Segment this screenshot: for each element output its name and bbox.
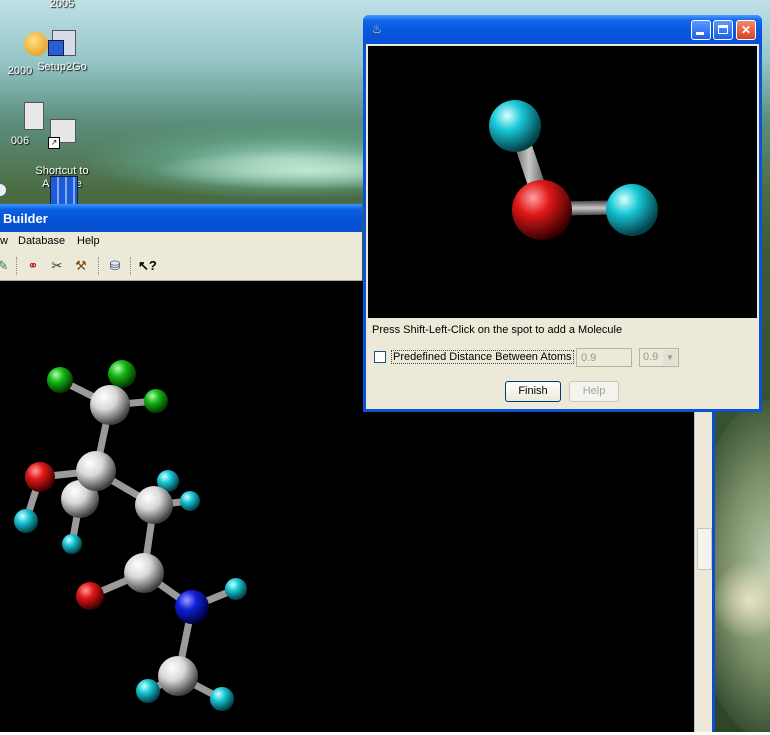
hammer-icon[interactable]: ⚒ [72, 257, 90, 275]
builder-menu-bar: w Database Help [0, 232, 362, 252]
molecule-water [489, 100, 658, 240]
predefined-distance-label[interactable]: Predefined Distance Between Atoms [391, 350, 574, 364]
cut-icon[interactable]: ✂ [48, 257, 66, 275]
dialog-molecule-canvas[interactable] [368, 46, 757, 318]
chevron-down-icon: ▼ [663, 350, 677, 365]
close-button[interactable]: ✕ [736, 20, 756, 40]
menu-help[interactable]: Help [77, 235, 100, 247]
edit-icon[interactable]: ✎ [0, 257, 12, 275]
builder-scrollbar[interactable] [694, 410, 713, 732]
distance-input[interactable] [576, 348, 632, 367]
toolbar-separator [16, 257, 18, 275]
setup-icon [46, 26, 78, 58]
scrollbar-thumb[interactable] [697, 528, 712, 570]
desktop-icon-label: Setup2Go [37, 61, 87, 73]
predefined-distance-checkbox[interactable] [374, 351, 386, 363]
help-button[interactable]: Help [569, 381, 619, 402]
dialog-title-bar[interactable]: ♨ ✕ [363, 15, 762, 44]
toolbar-separator [130, 257, 132, 275]
menu-database[interactable]: Database [18, 235, 65, 247]
finish-button[interactable]: Finish [505, 381, 561, 402]
distance-select-value: 0.9 [643, 351, 659, 363]
menu-view[interactable]: w [0, 235, 8, 247]
minimize-icon [696, 32, 704, 35]
java-icon: ♨ [371, 22, 383, 36]
help-pointer-icon[interactable]: ↖? [138, 257, 157, 275]
maximize-button[interactable] [713, 20, 733, 40]
distance-select[interactable]: 0.9 ▼ [639, 348, 679, 367]
builder-toolbar: ✎ ⚭ ✂ ⚒ ⛁ ↖? [0, 252, 362, 281]
desktop-icon-2005[interactable]: 2005 [22, 0, 102, 11]
builder-window-border [712, 410, 715, 732]
add-atom-icon[interactable]: ⚭ [24, 257, 42, 275]
close-icon: ✕ [740, 23, 752, 37]
builder-title: Builder [3, 211, 48, 226]
toolbar-separator [98, 257, 100, 275]
molecule-bonds [22, 370, 240, 703]
add-molecule-dialog: ♨ ✕ Press Shift-Left-Click on the spot t… [363, 15, 762, 412]
shortcut-icon: ↗ [46, 117, 78, 149]
builder-window: Builder w Database Help ✎ ⚭ ✂ ⚒ ⛁ ↖? [0, 204, 694, 732]
molecule-atoms [14, 360, 247, 711]
dialog-body: Press Shift-Left-Click on the spot to ad… [366, 44, 759, 409]
database-icon[interactable]: ⛁ [106, 257, 124, 275]
builder-title-bar[interactable]: Builder [0, 204, 362, 232]
minimize-button[interactable] [691, 20, 711, 40]
desktop-icon-label: 2005 [49, 0, 75, 10]
instruction-text: Press Shift-Left-Click on the spot to ad… [372, 324, 623, 336]
desktop-icon-setup2go[interactable]: Setup2Go [22, 26, 102, 74]
maximize-icon [718, 25, 728, 34]
desktop-icon-partial-left [0, 184, 6, 196]
